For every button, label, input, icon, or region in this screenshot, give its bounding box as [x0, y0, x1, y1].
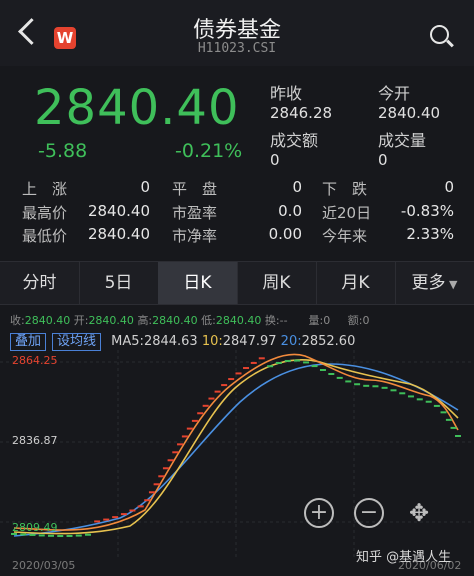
y-min-label: 2809.49 — [12, 521, 58, 534]
stat-label-pb: 市净率 — [172, 227, 218, 245]
set-ma-button[interactable]: 设均线 — [52, 333, 102, 351]
header-bar: W 债券基金 H11023.CSI — [0, 0, 474, 66]
volume: 成交量 0 — [378, 131, 427, 169]
overlay-button[interactable]: 叠加 — [10, 333, 47, 351]
price-change: -5.88 — [38, 140, 88, 162]
tab-5day[interactable]: 5日 — [79, 262, 159, 304]
stat-low: 2840.40 — [87, 225, 150, 243]
page-title: 债券基金 — [192, 18, 281, 43]
y-max-label: 2864.25 — [12, 354, 58, 367]
tab-daily-k[interactable]: 日K — [158, 262, 238, 304]
zoom-out-icon[interactable]: − — [354, 498, 384, 528]
zoom-in-icon[interactable]: + — [304, 498, 334, 528]
stat-label-ytd: 今年来 — [322, 227, 368, 245]
search-icon[interactable] — [430, 25, 449, 44]
stat-label-high: 最高价 — [22, 204, 68, 222]
tab-monthly-k[interactable]: 月K — [316, 262, 396, 304]
stat-label-flat: 平 盘 — [172, 180, 218, 198]
tab-more-label: 更多 — [411, 273, 446, 293]
stat-pe: 0.0 — [278, 202, 302, 220]
ohlc-info-line: 收:2840.40 开:2840.40 高:2840.40 低:2840.40 … — [10, 314, 370, 327]
fullscreen-arrows-icon[interactable]: ✥ — [404, 498, 434, 528]
stat-label-down: 下 跌 — [322, 180, 368, 198]
x-start-label: 2020/03/05 — [12, 559, 76, 572]
price-change-pct: -0.21% — [175, 140, 243, 162]
current-price: 2840.40 — [34, 80, 240, 136]
today-open: 今开 2840.40 — [378, 84, 441, 122]
watermark: 知乎 @基遇人生 — [356, 550, 452, 565]
tab-more[interactable]: 更多 ▼ — [395, 262, 474, 304]
stat-high: 2840.40 — [87, 202, 150, 220]
stat-ytd: 2.33% — [406, 225, 454, 243]
stat-down: 0 — [444, 178, 454, 196]
tab-weekly-k[interactable]: 周K — [237, 262, 317, 304]
stat-flat: 0 — [292, 178, 302, 196]
stat-20d: -0.83% — [400, 202, 454, 220]
stat-up: 0 — [140, 178, 150, 196]
stat-label-low: 最低价 — [22, 227, 68, 245]
tab-intraday[interactable]: 分时 — [0, 262, 80, 304]
stat-label-up: 上 涨 — [22, 180, 68, 198]
prev-close: 昨收 2846.28 — [270, 84, 333, 122]
kline-chart[interactable] — [0, 350, 474, 576]
chevron-down-icon: ▼ — [445, 278, 458, 291]
ma-bar: 叠加 设均线 MA5:2844.63 10:2847.97 20:2852.60 — [10, 333, 355, 351]
stat-label-20d: 近20日 — [322, 204, 372, 222]
period-tabs: 分时 5日 日K 周K 月K 更多 ▼ — [0, 261, 474, 305]
turnover: 成交额 0 — [270, 131, 319, 169]
y-mid-label: 2836.87 — [12, 434, 58, 447]
stat-label-pe: 市盈率 — [172, 204, 218, 222]
index-code: H11023.CSI — [197, 41, 277, 56]
stats-grid: 上 涨 0 平 盘 0 下 跌 0 最高价 2840.40 市盈率 0.0 近2… — [0, 175, 474, 245]
stat-pb: 0.00 — [268, 225, 302, 243]
